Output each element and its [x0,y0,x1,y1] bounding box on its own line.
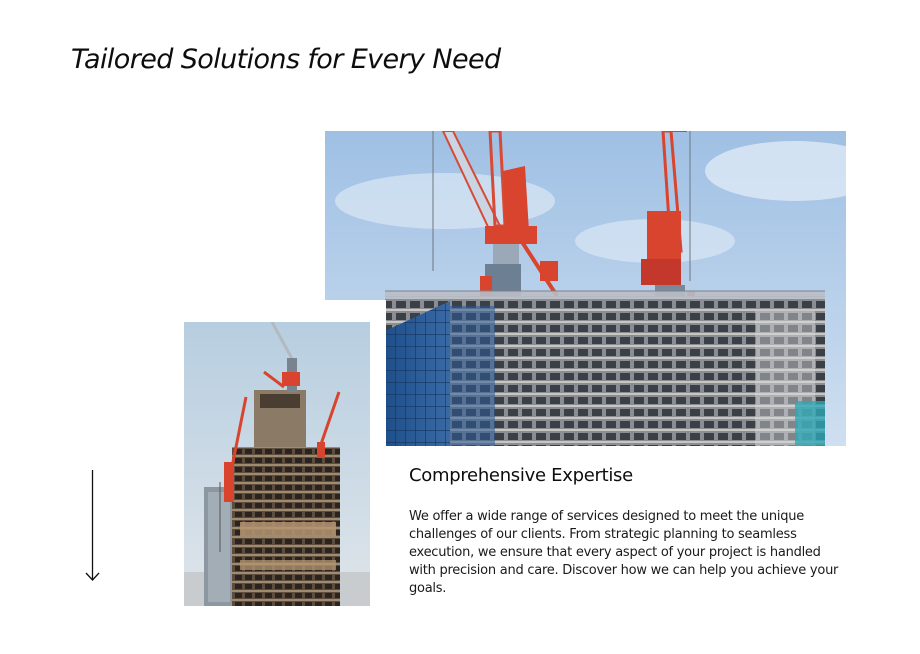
section-description: We offer a wide range of services design… [409,509,839,596]
page-title: Tailored Solutions for Every Need [71,44,501,75]
tower-under-construction-photo [184,322,370,606]
section-heading: Comprehensive Expertise [409,465,633,486]
arrow-down-icon[interactable] [84,470,101,582]
construction-cranes-photo [325,131,846,446]
